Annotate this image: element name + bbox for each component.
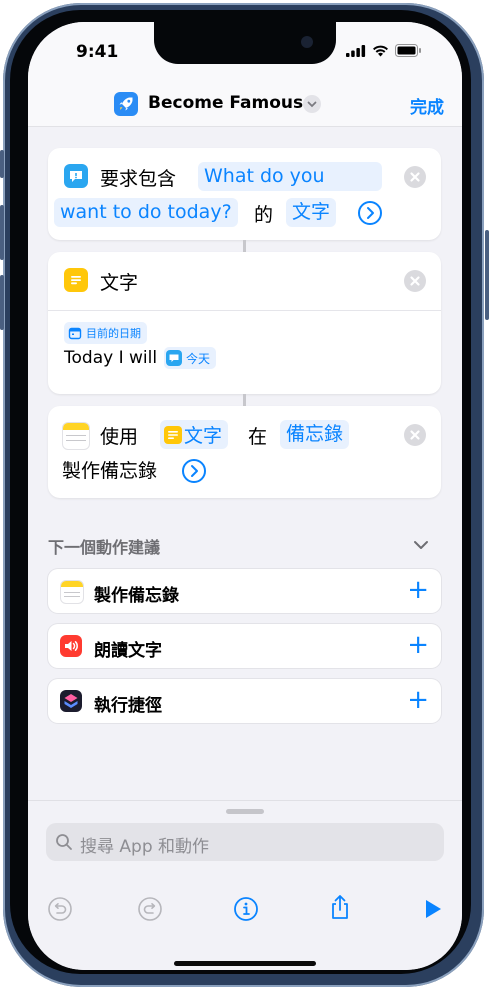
divider	[48, 310, 441, 311]
chevron-down-icon[interactable]	[303, 95, 321, 113]
notch	[154, 22, 336, 64]
camera	[301, 36, 313, 48]
shortcuts-icon	[60, 690, 82, 712]
volume-up-button	[0, 205, 4, 260]
suggestion-label: 製作備忘錄	[94, 586, 179, 606]
suggestion-create-note[interactable]: 製作備忘錄 +	[48, 569, 441, 613]
editor-toolbar	[28, 889, 462, 929]
suggestion-speak-text[interactable]: 朗讀文字 +	[48, 624, 441, 668]
in-label: 在	[248, 426, 268, 448]
side-button	[0, 150, 4, 178]
undo-icon[interactable]	[47, 896, 73, 922]
sheet-grabber[interactable]	[226, 809, 264, 814]
ask-for-input-icon	[166, 350, 182, 366]
ask-label: 要求包含	[100, 168, 177, 190]
action-create-note[interactable]: 使用 文字 在 備忘錄 製作備忘錄	[48, 406, 441, 498]
chevron-right-icon[interactable]	[182, 459, 206, 483]
calendar-icon	[68, 327, 82, 340]
power-button	[485, 230, 489, 320]
info-icon[interactable]	[233, 896, 259, 922]
speaker-icon	[60, 635, 82, 657]
done-button[interactable]: 完成	[410, 93, 444, 118]
share-icon[interactable]	[327, 893, 353, 921]
rocket-icon[interactable]	[114, 92, 138, 116]
remove-action-icon[interactable]	[404, 270, 426, 292]
remove-action-icon[interactable]	[404, 424, 426, 446]
search-icon	[56, 834, 72, 850]
suggestions-header: 下一個動作建議	[48, 538, 161, 557]
play-icon[interactable]	[421, 897, 445, 921]
shortcut-title[interactable]: Become Famous	[148, 93, 303, 113]
text-action-icon	[164, 425, 182, 444]
status-icons	[346, 44, 422, 57]
notes-app-token[interactable]: 備忘錄	[280, 420, 350, 449]
home-indicator	[174, 961, 316, 966]
suggestion-label: 執行捷徑	[94, 696, 162, 716]
chevron-right-icon[interactable]	[358, 201, 382, 225]
cellular-signal-icon	[346, 44, 366, 57]
text-body[interactable]: Today I will	[64, 348, 157, 368]
text-variable-token[interactable]: 文字	[160, 420, 229, 449]
search-placeholder: 搜尋 App 和動作	[80, 837, 210, 857]
battery-icon	[395, 44, 421, 57]
notes-icon	[60, 580, 84, 604]
redo-icon[interactable]	[137, 896, 163, 922]
add-icon[interactable]: +	[407, 684, 429, 716]
prompt-token[interactable]: What do you	[198, 162, 382, 191]
use-label: 使用	[100, 426, 139, 448]
action-text[interactable]: 文字 目前的日期 Today I will 今天	[48, 252, 441, 394]
prompt-token-cont[interactable]: want to do today?	[54, 198, 238, 227]
add-icon[interactable]: +	[407, 574, 429, 606]
remove-action-icon[interactable]	[404, 166, 426, 188]
volume-down-button	[0, 275, 4, 330]
chevron-down-icon[interactable]	[410, 534, 432, 556]
text-variable-label: 文字	[184, 425, 223, 447]
current-date-label: 目前的日期	[86, 327, 141, 340]
of-label: 的	[254, 204, 274, 226]
ask-for-input-icon	[64, 164, 88, 188]
search-input[interactable]: 搜尋 App 和動作	[46, 823, 444, 861]
text-action-icon	[64, 268, 88, 292]
status-time: 9:41	[76, 42, 119, 62]
action-connector	[243, 394, 246, 406]
provided-input-label: 今天	[186, 351, 211, 366]
navigation-bar: 9:41 Become Famous 完成	[28, 22, 462, 127]
title-row: Become Famous 完成	[28, 88, 462, 120]
text-type-token[interactable]: 文字	[286, 198, 337, 227]
create-note-label: 製作備忘錄	[62, 460, 158, 482]
wifi-icon	[373, 45, 388, 56]
action-search-panel: 搜尋 App 和動作	[28, 800, 462, 970]
action-connector	[243, 240, 246, 252]
screen: 9:41 Become Famous 完成 要求包含 What do you w…	[28, 22, 462, 970]
suggestion-run-shortcut[interactable]: 執行捷徑 +	[48, 679, 441, 723]
action-ask-for-input[interactable]: 要求包含 What do you want to do today? 的 文字	[48, 148, 441, 240]
current-date-token[interactable]: 目前的日期	[64, 322, 147, 344]
text-action-title: 文字	[100, 272, 139, 294]
provided-input-token[interactable]: 今天	[164, 347, 217, 369]
notes-icon	[62, 422, 90, 450]
suggestion-label: 朗讀文字	[94, 641, 162, 661]
add-icon[interactable]: +	[407, 629, 429, 661]
